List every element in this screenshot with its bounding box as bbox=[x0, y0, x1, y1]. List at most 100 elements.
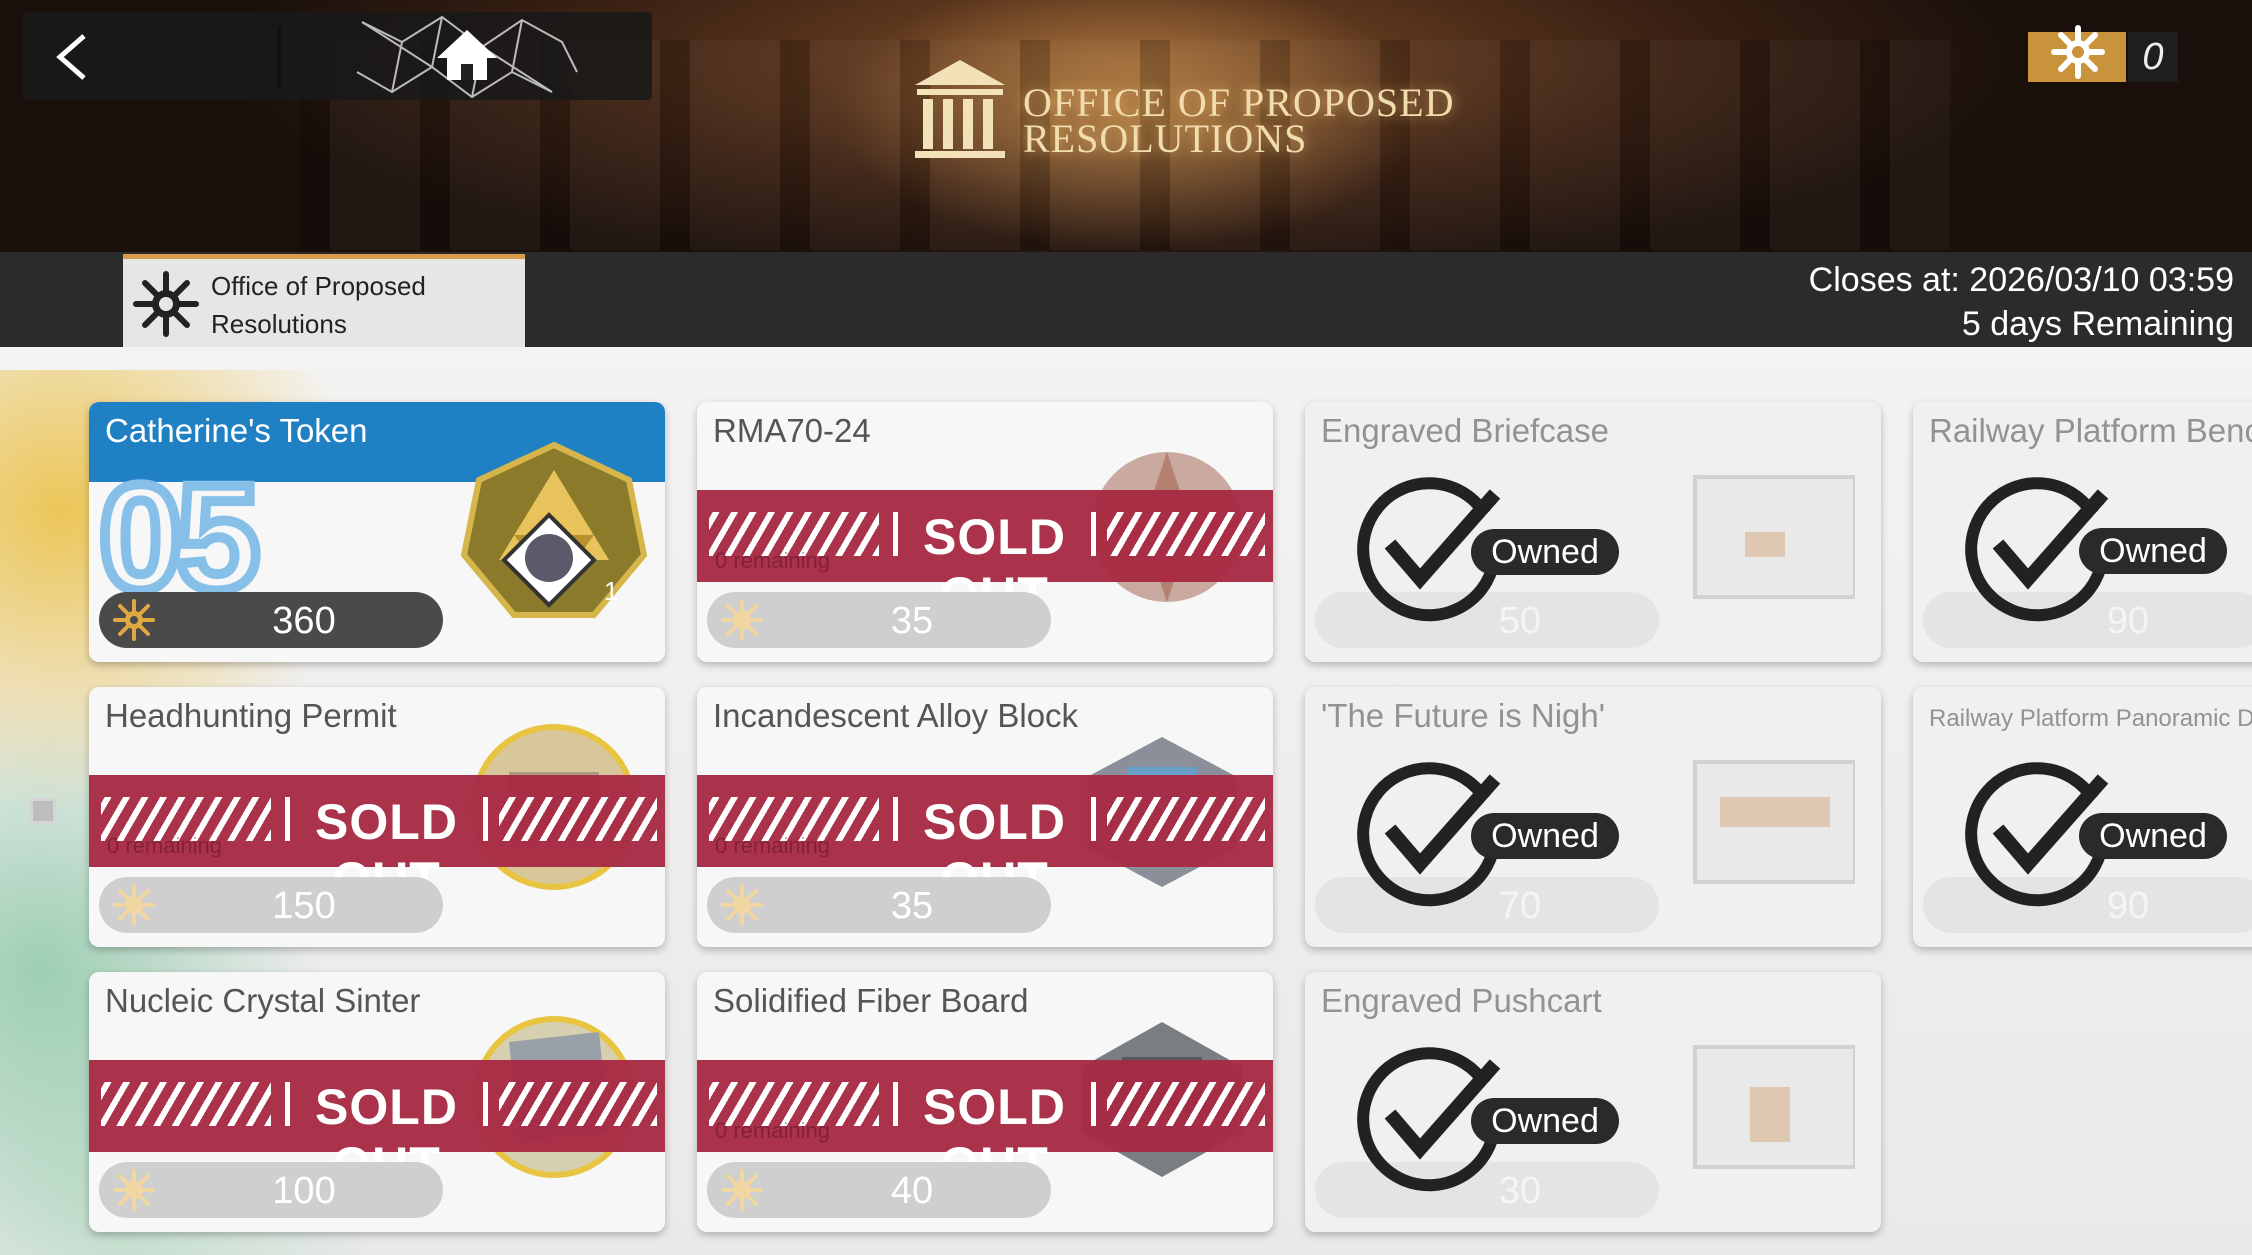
item-name: Nucleic Crystal Sinter bbox=[105, 982, 421, 1019]
item-name: Catherine's Token bbox=[105, 412, 368, 449]
side-scroll-handle[interactable] bbox=[30, 798, 56, 824]
owned-badge: Owned bbox=[1471, 1098, 1619, 1144]
token-quantity: 1 bbox=[604, 576, 618, 606]
title-text: OFFICE OF PROPOSED RESOLUTIONS bbox=[1023, 83, 1454, 161]
item-big-number: 05 bbox=[94, 453, 265, 621]
price-value: 100 bbox=[272, 1170, 336, 1212]
sold-out-banner: SOLD OUT bbox=[89, 1060, 665, 1193]
tab-label: Office of Proposed Resolutions bbox=[211, 267, 511, 343]
shop-item-headhunting-permit[interactable]: Headhunting Permit SOLD OUT 0 remaining … bbox=[89, 687, 665, 947]
nav-divider bbox=[277, 26, 281, 88]
sold-out-divider bbox=[285, 1082, 290, 1126]
sold-out-divider bbox=[483, 1082, 488, 1126]
sold-out-banner: SOLD OUT 0 remaining bbox=[697, 1060, 1273, 1193]
remaining-text: 0 remaining bbox=[715, 548, 830, 573]
days-remaining-text: 5 days Remaining bbox=[1961, 305, 2234, 343]
tab-label-line-1: Office of Proposed bbox=[211, 271, 426, 301]
shop-item-catherines-token[interactable]: Catherine's Token 05 1 360 bbox=[89, 402, 665, 662]
sold-out-stripes-left bbox=[101, 1082, 271, 1126]
shop-item-nucleic-crystal-sinter[interactable]: Nucleic Crystal Sinter SOLD OUT 100 bbox=[89, 972, 665, 1232]
sold-out-divider bbox=[1091, 512, 1096, 556]
sold-out-stripes-right bbox=[499, 1082, 657, 1126]
item-name: Railway Platform Bench bbox=[1929, 412, 2252, 449]
sold-out-banner: SOLD OUT 0 remaining bbox=[89, 775, 665, 908]
price-pill: 40 bbox=[707, 1162, 1051, 1218]
price-value: 150 bbox=[272, 885, 336, 927]
title-line-2: RESOLUTIONS bbox=[1023, 116, 1308, 161]
tab-strip: Office of Proposed Resolutions Closes at… bbox=[0, 252, 2252, 347]
price-pill: 360 bbox=[99, 592, 443, 648]
price-pill: 35 bbox=[707, 592, 1051, 648]
sold-out-divider bbox=[893, 1082, 898, 1126]
closes-at-text: Closes at: 2026/03/10 03:59 bbox=[1808, 261, 2234, 299]
home-icon bbox=[356, 15, 578, 99]
sunburst-price-icon bbox=[721, 884, 763, 926]
price-value: 35 bbox=[890, 885, 934, 927]
nav-bar bbox=[22, 12, 652, 100]
back-button[interactable] bbox=[22, 12, 272, 100]
currency-icon-bg bbox=[2028, 25, 2126, 82]
price-pill: 100 bbox=[99, 1162, 443, 1218]
sign-item-icon bbox=[1693, 760, 1855, 884]
sold-out-divider bbox=[1091, 797, 1096, 841]
sunburst-currency-icon bbox=[2051, 25, 2105, 79]
tab-label-line-2: Resolutions bbox=[211, 309, 347, 339]
sold-out-stripes-right bbox=[499, 797, 657, 841]
currency-display[interactable]: 0 bbox=[2028, 25, 2178, 82]
sunburst-tab-icon bbox=[133, 271, 199, 337]
shop-item-railway-platform-panoramic[interactable]: Railway Platform Panoramic Disp 90 Owned bbox=[1913, 687, 2252, 947]
item-name: Solidified Fiber Board bbox=[713, 982, 1029, 1019]
sold-out-stripes-right bbox=[1107, 512, 1265, 556]
owned-badge: Owned bbox=[1471, 529, 1619, 575]
owned-badge: Owned bbox=[2079, 528, 2227, 574]
owned-badge: Owned bbox=[1471, 813, 1619, 859]
price-value: 40 bbox=[890, 1170, 934, 1212]
item-name: Headhunting Permit bbox=[105, 697, 397, 734]
sunburst-price-icon bbox=[113, 599, 155, 641]
item-name: Engraved Briefcase bbox=[1321, 412, 1609, 449]
remaining-text: 0 remaining bbox=[715, 833, 830, 858]
pushcart-item-icon bbox=[1693, 1045, 1855, 1169]
sold-out-stripes-right bbox=[1107, 1082, 1265, 1126]
item-name: Engraved Pushcart bbox=[1321, 982, 1602, 1019]
remaining-text: 0 remaining bbox=[107, 833, 222, 858]
tab-office-of-proposed-resolutions[interactable]: Office of Proposed Resolutions bbox=[123, 254, 525, 347]
sunburst-price-icon bbox=[113, 884, 155, 926]
shop-item-engraved-briefcase[interactable]: Engraved Briefcase 50 Owned bbox=[1305, 402, 1881, 662]
sold-out-stripes-right bbox=[1107, 797, 1265, 841]
sunburst-price-icon bbox=[113, 1169, 155, 1211]
shop-item-solidified-fiber-board[interactable]: Solidified Fiber Board SOLD OUT 0 remain… bbox=[697, 972, 1273, 1232]
price-value: 360 bbox=[272, 600, 336, 642]
shop-item-rma70-24[interactable]: RMA70-24 SOLD OUT 0 remaining 35 bbox=[697, 402, 1273, 662]
close-timer: Closes at: 2026/03/10 03:59 5 days Remai… bbox=[1809, 258, 2234, 346]
item-name: 'The Future is Nigh' bbox=[1321, 697, 1606, 734]
sold-out-divider bbox=[483, 797, 488, 841]
page-title: OFFICE OF PROPOSED RESOLUTIONS bbox=[905, 55, 1465, 165]
price-pill: 150 bbox=[99, 877, 443, 933]
building-icon bbox=[915, 60, 1005, 158]
item-name: Railway Platform Panoramic Disp bbox=[1929, 705, 2252, 732]
sunburst-price-icon bbox=[721, 599, 763, 641]
owned-badge: Owned bbox=[2079, 813, 2227, 859]
home-button[interactable] bbox=[352, 12, 612, 100]
shop-item-incandescent-alloy-block[interactable]: Incandescent Alloy Block SOLD OUT 0 rema… bbox=[697, 687, 1273, 947]
price-pill: 35 bbox=[707, 877, 1051, 933]
sold-out-banner: SOLD OUT 0 remaining bbox=[697, 490, 1273, 623]
sold-out-divider bbox=[893, 797, 898, 841]
shop-item-railway-platform-bench[interactable]: Railway Platform Bench 90 Owned bbox=[1913, 402, 2252, 662]
sold-out-divider bbox=[285, 797, 290, 841]
remaining-text: 0 remaining bbox=[715, 1118, 830, 1143]
shop-item-the-future-is-nigh[interactable]: 'The Future is Nigh' 70 Owned bbox=[1305, 687, 1881, 947]
currency-count: 0 bbox=[2128, 32, 2178, 82]
sunburst-price-icon bbox=[721, 1169, 763, 1211]
sold-out-banner: SOLD OUT 0 remaining bbox=[697, 775, 1273, 908]
token-icon: 1 bbox=[460, 441, 648, 618]
sold-out-divider bbox=[893, 512, 898, 556]
briefcase-item-icon bbox=[1693, 475, 1855, 599]
back-arrow-icon bbox=[56, 34, 86, 80]
price-value: 35 bbox=[890, 600, 934, 642]
item-name: Incandescent Alloy Block bbox=[713, 697, 1079, 734]
header-banner: OFFICE OF PROPOSED RESOLUTIONS 0 bbox=[0, 0, 2252, 252]
shop-item-engraved-pushcart[interactable]: Engraved Pushcart 30 Owned bbox=[1305, 972, 1881, 1232]
sold-out-divider bbox=[1091, 1082, 1096, 1126]
